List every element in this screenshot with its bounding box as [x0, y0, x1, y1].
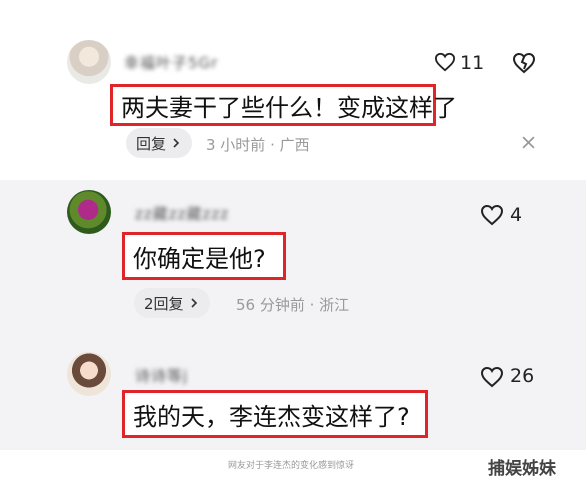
heart-icon[interactable]	[480, 366, 504, 388]
comment-meta: 3 小时前 · 广西	[206, 136, 310, 154]
username[interactable]: 幸福叶子5Gr	[124, 52, 218, 73]
avatar[interactable]	[67, 352, 111, 396]
comment-meta: 56 分钟前 · 浙江	[236, 296, 350, 314]
username[interactable]: zz藏zz藏zzz	[135, 203, 229, 224]
like-count: 26	[510, 365, 535, 387]
comment-text-highlight: 你确定是他?	[122, 232, 286, 280]
heart-icon[interactable]	[480, 204, 504, 226]
reply-button[interactable]: 回复	[126, 128, 193, 158]
watermark: 捕娱姊妹	[488, 459, 556, 479]
heart-icon[interactable]	[434, 52, 456, 72]
avatar[interactable]	[67, 40, 111, 84]
reply-label: 回复	[136, 134, 167, 153]
avatar[interactable]	[67, 190, 111, 234]
close-icon[interactable]	[522, 136, 535, 149]
like-count: 4	[510, 204, 523, 226]
chevron-right-icon	[173, 138, 180, 148]
comment-text: 两夫妻干了些什么！变成这样了	[121, 93, 457, 122]
broken-heart-icon[interactable]	[512, 52, 536, 74]
like-count: 11	[460, 52, 485, 74]
chevron-right-icon	[190, 298, 197, 308]
comment-text-highlight: 两夫妻干了些什么！变成这样了	[110, 84, 457, 126]
comment-text-highlight: 我的天，李连杰变这样了?	[122, 390, 428, 438]
reply-label: 2回复	[144, 294, 184, 313]
reply-button[interactable]: 2回复	[134, 288, 210, 318]
image-caption: 网友对于李连杰的变化感到惊讶	[228, 461, 355, 471]
username[interactable]: 诗诗等j	[135, 365, 188, 386]
comment-text: 你确定是他?	[133, 244, 266, 273]
comment-text: 我的天，李连杰变这样了?	[133, 402, 410, 431]
